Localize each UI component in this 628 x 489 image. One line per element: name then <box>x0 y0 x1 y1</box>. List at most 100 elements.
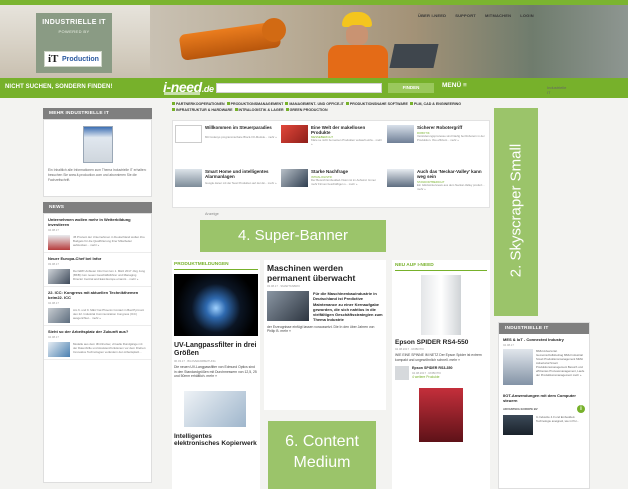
brand-box[interactable]: INDUSTRIELLE IT POWERED BY iT Production <box>36 13 112 73</box>
product-title[interactable]: Epson SPIDER RS4-550 <box>395 339 487 346</box>
article-thumbnail[interactable] <box>267 291 309 321</box>
article-text: der Erzeugnisse einfügt lassen vorausset… <box>267 324 375 334</box>
logo-word: Production <box>62 56 99 63</box>
featured-card[interactable]: Smart Home und intelligentes Alarmanlage… <box>173 167 279 189</box>
news-item[interactable]: Unternehmen wollen mehr in Weiterbildung… <box>44 214 151 253</box>
news-item[interactable]: 22. ICC: Kongress mit aktuellen Technikt… <box>44 287 151 326</box>
news-thumbnail[interactable] <box>48 235 70 250</box>
featured-card[interactable]: Sicherer Robotergriff ROBOTIK Veränderun… <box>385 123 491 145</box>
main-nav-bar: NICHT SUCHEN, SONDERN FINDEN! i-need.de … <box>0 78 628 98</box>
sub-product-title[interactable]: Epson SPIDER RS3-350 <box>412 366 453 370</box>
skyscraper-ad[interactable]: 2. Skyscraper Small <box>494 108 538 316</box>
product-thumbnail[interactable] <box>395 366 409 381</box>
info-icon[interactable]: i <box>577 405 585 413</box>
article-meta: 03.08.17 · SMARTFABRIK <box>267 284 301 288</box>
panel-item-title[interactable]: MES & IoT - Connected Industry <box>499 334 589 342</box>
news-title[interactable]: Unternehmen wollen mehr in Weiterbildung… <box>48 217 147 227</box>
industrial-it-heading: INDUSTRIELLE IT <box>499 323 589 334</box>
card-thumbnail[interactable] <box>175 125 202 143</box>
card-text: Veränderungsprozesse sind häufig bei Rob… <box>417 134 485 142</box>
category-link[interactable]: PRODUKTIONSNAHE SOFTWARE <box>345 102 408 106</box>
card-text: Ein Glücksinterviews aus dem Neckar-Vall… <box>417 183 485 191</box>
product-title[interactable]: Intelligentes elektronisches Kopierwerk <box>174 433 258 448</box>
panel-item-image[interactable] <box>503 415 533 435</box>
news-item[interactable]: Neuer Europa-Chef bei Infor 03.08.17 Der… <box>44 253 151 287</box>
card-thumbnail[interactable] <box>281 125 308 143</box>
news-text: Am 6. und 9. März hat Phoenix Contact in… <box>73 308 145 321</box>
content-medium-ad[interactable]: 6. Content Medium <box>268 421 376 489</box>
topnav-join[interactable]: MITMACHEN <box>485 13 511 18</box>
card-title[interactable]: Auch das 'Neckar-Valley' kann weg sein <box>417 169 489 179</box>
new-products-column: NEU AUF I-NEED Epson SPIDER RS4-550 04.0… <box>392 260 490 489</box>
card-title[interactable]: Eine Welt der makellosen Produkte <box>311 125 383 135</box>
search-category-select[interactable]: Industrielle IT <box>547 85 566 95</box>
it-production-logo[interactable]: iT Production <box>44 51 102 67</box>
product-title[interactable]: UV-Langpassfilter in drei Größen <box>174 342 258 358</box>
card-text: Google daner mit der Nest Produkten auf … <box>205 181 277 185</box>
topnav-about[interactable]: ÜBER I-NEED <box>418 13 446 18</box>
card-title[interactable]: Sicherer Robotergriff <box>417 125 489 130</box>
page: ÜBER I-NEED SUPPORT MITMACHEN LOGIN INDU… <box>0 0 628 489</box>
uv-filter-image[interactable] <box>174 274 258 336</box>
card-title[interactable]: Starke Nachfrage <box>311 169 383 174</box>
news-thumbnail[interactable] <box>48 342 70 357</box>
article-title[interactable]: Maschinen werden permanent überwacht <box>267 263 383 283</box>
super-banner-ad[interactable]: 4. Super-Banner <box>200 220 386 252</box>
news-item[interactable]: Sieht so der Arbeitsplatz der Zukunft au… <box>44 326 151 360</box>
slogan: NICHT SUCHEN, SONDERN FINDEN! <box>5 84 113 90</box>
news-title[interactable]: 22. ICC: Kongress mit aktuellen Technikt… <box>48 290 147 300</box>
panel-item-title[interactable]: IIOT-Anwendungen mit dem Computer steuer… <box>499 390 589 403</box>
news-text: Modelle aus dem 3D-Drucker, virtuelle Ru… <box>73 342 147 355</box>
card-thumbnail[interactable] <box>175 169 202 187</box>
robot-joint-illustration <box>262 18 286 42</box>
category-link[interactable]: GREEN PRODUCTION <box>285 108 328 112</box>
news-date: 04.08.17 <box>48 301 59 305</box>
menu-button[interactable]: MENÜ ≡ <box>442 82 467 89</box>
card-thumbnail[interactable] <box>387 169 414 187</box>
product-news-heading: PRODUKTMELDUNGEN <box>174 262 258 270</box>
category-link[interactable]: PRODUKTIONSMANAGEMENT <box>226 102 283 106</box>
more-products-link[interactable]: 4 weitere Produkte <box>412 375 453 379</box>
card-thumbnail[interactable] <box>387 125 414 143</box>
measuring-device-image[interactable] <box>419 388 463 443</box>
topnav-support[interactable]: SUPPORT <box>455 13 476 18</box>
center-column: PARTNERKOOPERATIONEN PRODUKTIONSMANAGEME… <box>172 100 490 208</box>
news-title[interactable]: Sieht so der Arbeitsplatz der Zukunft au… <box>48 329 147 334</box>
logo-mark: iT <box>48 53 59 65</box>
topnav-login[interactable]: LOGIN <box>520 13 534 18</box>
epson-robot-image[interactable] <box>421 275 461 335</box>
search-input[interactable]: Industrielle IT <box>216 83 566 95</box>
news-thumbnail[interactable] <box>48 308 70 323</box>
news-thumbnail[interactable] <box>48 269 70 284</box>
logo-underline <box>164 92 200 95</box>
featured-card[interactable]: Willkommen im Steuerparadies Mit Codesys… <box>173 123 279 145</box>
category-link[interactable]: PLM, CAD & ENGINEERING <box>409 102 461 106</box>
card-text: Der Bereich Embedded-Vision ist im Aufwi… <box>311 178 376 186</box>
news-title[interactable]: Neuer Europa-Chef bei Infor <box>48 256 147 261</box>
featured-card[interactable]: Eine Welt der makellosen Produkte MESSEB… <box>279 123 385 145</box>
brand-title: INDUSTRIELLE IT <box>42 19 106 26</box>
product-text: WIE EINE SPINNE IM NETZ Der Epson Spider… <box>395 353 482 362</box>
card-title[interactable]: Willkommen im Steuerparadies <box>205 125 277 130</box>
logo-suffix: .de <box>201 84 214 94</box>
card-thumbnail[interactable] <box>281 169 308 187</box>
category-link[interactable]: INTRALOGISTIK & LAGER <box>234 108 284 112</box>
article-lead: Für die Maschinenbauindustrie in Deutsch… <box>313 291 383 323</box>
featured-grid: Willkommen im Steuerparadies Mit Codesys… <box>172 120 490 208</box>
find-button[interactable]: FINDEN <box>388 83 434 93</box>
product-text: Die neuen UV-Langpassfilter von Edmund O… <box>174 365 257 379</box>
product-meta: 04.08.2017 · ROBOTIK <box>395 347 425 351</box>
card-title[interactable]: Smart Home und intelligentes Alarmanlage… <box>205 169 277 179</box>
category-link[interactable]: MANAGEMENT- UND OFFICE-IT <box>285 102 344 106</box>
category-link[interactable]: INFRASTRUKTUR & HARDWARE <box>172 108 233 112</box>
header: ÜBER I-NEED SUPPORT MITMACHEN LOGIN INDU… <box>0 0 628 78</box>
news-text: 45 Prozent der Unternehmen in Deutschlan… <box>73 235 145 248</box>
featured-card[interactable]: Starke Nachfrage INTRALOGISTIK Der Berei… <box>279 167 385 189</box>
magazine-cover[interactable] <box>82 126 113 163</box>
copier-image[interactable] <box>184 390 246 427</box>
category-link[interactable]: PARTNERKOOPERATIONEN <box>172 102 225 106</box>
featured-card[interactable]: Auch das 'Neckar-Valley' kann weg sein S… <box>385 167 491 191</box>
worker-illustration <box>326 12 394 78</box>
ad-label: Anzeige <box>205 212 219 216</box>
panel-item-image[interactable] <box>503 349 533 385</box>
